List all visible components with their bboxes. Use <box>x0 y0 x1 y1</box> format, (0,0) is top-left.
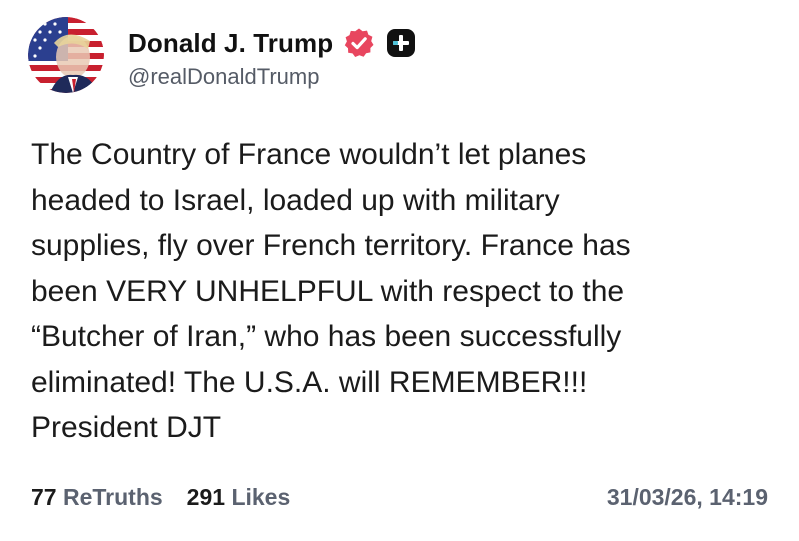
likes-count: 291 <box>186 484 226 510</box>
likes-stat[interactable]: 291 Likes <box>187 484 291 511</box>
post-text: The Country of France wouldn’t let plane… <box>31 138 631 444</box>
verified-badge-icon <box>343 27 375 59</box>
post-timestamp[interactable]: 31/03/26, 14:19 <box>607 484 768 511</box>
retruths-count: 77 <box>31 484 57 510</box>
avatar-image <box>28 17 104 93</box>
avatar[interactable] <box>28 17 104 93</box>
retruths-stat[interactable]: 77 ReTruths <box>31 484 163 511</box>
post-stats: 77 ReTruths 291 Likes <box>31 484 290 511</box>
likes-label: Likes <box>231 484 291 510</box>
post-card: Donald J. Trump @realDonaldTrump The Cou… <box>0 0 799 541</box>
plus-square-icon <box>385 27 417 59</box>
author-display-name[interactable]: Donald J. Trump <box>128 28 333 59</box>
author-handle[interactable]: @realDonaldTrump <box>128 64 319 90</box>
retruths-label: ReTruths <box>62 484 163 510</box>
author-name-row: Donald J. Trump <box>128 24 417 62</box>
